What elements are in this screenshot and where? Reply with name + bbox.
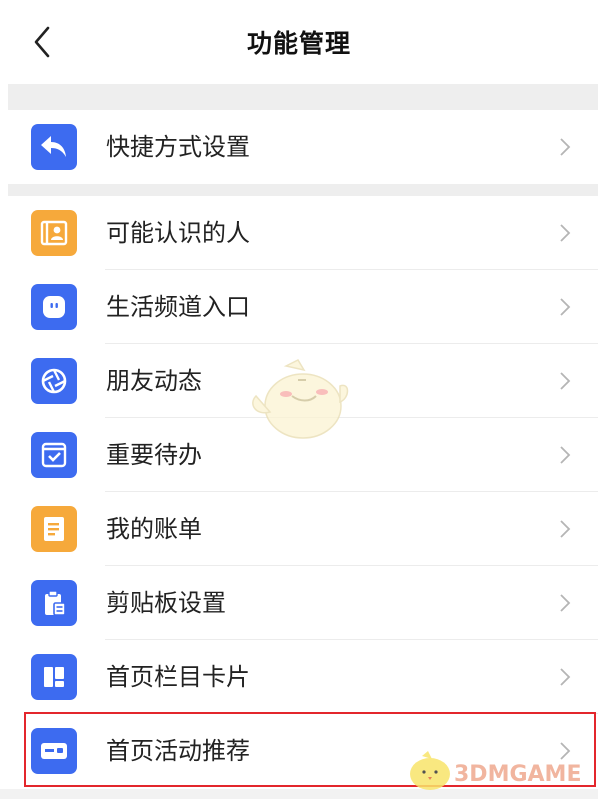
activity-card-icon bbox=[31, 728, 77, 774]
clipboard-icon bbox=[31, 580, 77, 626]
menu-item-life-channel-entry[interactable]: 生活频道入口 bbox=[8, 270, 598, 344]
chevron-right-icon bbox=[560, 224, 571, 242]
todo-check-icon bbox=[31, 432, 77, 478]
contact-card-icon bbox=[31, 210, 77, 256]
bottom-strip bbox=[0, 789, 598, 799]
menu-item-label: 首页栏目卡片 bbox=[106, 663, 250, 691]
life-channel-icon bbox=[31, 284, 77, 330]
top-bar: 功能管理 bbox=[0, 0, 598, 84]
aperture-icon bbox=[31, 358, 77, 404]
chevron-right-icon bbox=[560, 668, 571, 686]
chevron-right-icon bbox=[560, 742, 571, 760]
function-management-screen: 功能管理 快捷方式设置 可能认识的人 生活频道入口 朋友动态 重要待办 我的账单… bbox=[0, 0, 598, 799]
menu-item-clipboard-settings[interactable]: 剪贴板设置 bbox=[8, 566, 598, 640]
bill-icon bbox=[31, 506, 77, 552]
menu-item-people-you-may-know[interactable]: 可能认识的人 bbox=[8, 196, 598, 270]
menu-item-label: 可能认识的人 bbox=[106, 219, 250, 247]
section-gap bbox=[8, 84, 598, 110]
section-gap bbox=[8, 184, 598, 196]
chevron-right-icon bbox=[560, 372, 571, 390]
layout-card-icon bbox=[31, 654, 77, 700]
reply-arrow-icon bbox=[31, 124, 77, 170]
menu-item-label: 首页活动推荐 bbox=[106, 737, 250, 765]
menu-item-shortcut-settings[interactable]: 快捷方式设置 bbox=[8, 110, 598, 184]
menu-item-label: 朋友动态 bbox=[106, 367, 202, 395]
menu-item-label: 快捷方式设置 bbox=[106, 133, 250, 161]
menu-item-my-bills[interactable]: 我的账单 bbox=[8, 492, 598, 566]
page-title: 功能管理 bbox=[246, 29, 351, 58]
chevron-right-icon bbox=[560, 298, 571, 316]
watermark-text: 3DMGAME bbox=[454, 762, 582, 787]
menu-item-label: 重要待办 bbox=[106, 441, 202, 469]
menu-item-label: 我的账单 bbox=[106, 515, 202, 543]
chevron-right-icon bbox=[560, 594, 571, 612]
chevron-right-icon bbox=[560, 520, 571, 538]
menu-item-label: 剪贴板设置 bbox=[106, 589, 226, 617]
mascot-watermark-icon bbox=[252, 359, 349, 439]
chevron-right-icon bbox=[560, 446, 571, 464]
menu-item-label: 生活频道入口 bbox=[106, 293, 250, 321]
chevron-right-icon bbox=[560, 138, 571, 156]
mascot-logo-icon bbox=[410, 751, 450, 790]
menu-item-home-column-cards[interactable]: 首页栏目卡片 bbox=[8, 640, 598, 714]
